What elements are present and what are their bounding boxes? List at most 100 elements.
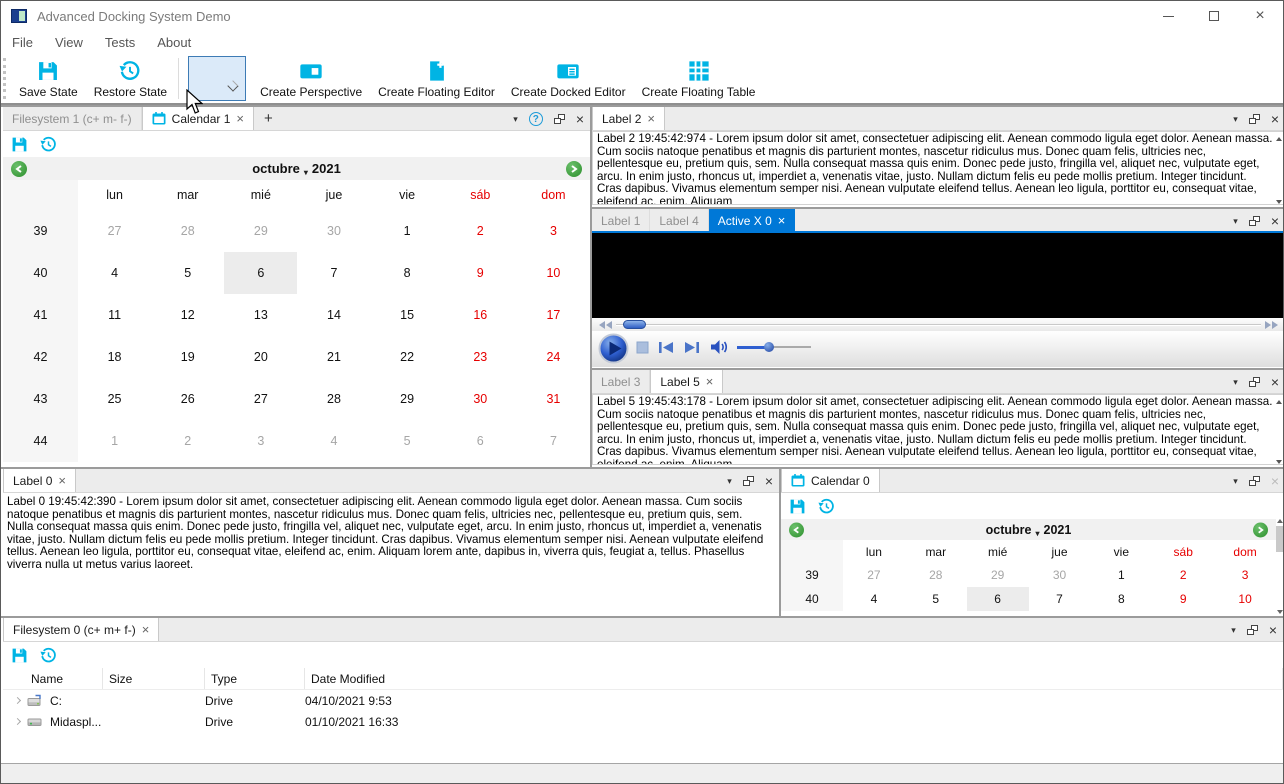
day-cell[interactable]: 5 [905, 587, 967, 611]
day-cell[interactable]: 28 [151, 210, 224, 252]
tab-label3[interactable]: Label 3 [592, 370, 651, 393]
day-cell[interactable]: 16 [444, 294, 517, 336]
day-cell[interactable]: 2 [1152, 563, 1214, 587]
day-cell[interactable]: 20 [224, 336, 297, 378]
table-row[interactable]: Midaspl... Drive 01/10/2021 16:33 [3, 711, 1283, 732]
tab-close-icon[interactable]: × [236, 112, 244, 125]
day-cell[interactable]: 6 [444, 420, 517, 462]
day-cell[interactable]: 1 [78, 420, 151, 462]
tab-close-icon[interactable]: × [58, 474, 66, 487]
panel-close-icon[interactable]: × [1269, 623, 1277, 637]
day-cell[interactable]: 3 [517, 210, 590, 252]
expand-chevron-icon[interactable] [13, 717, 22, 726]
toolbar-drag-handle[interactable] [3, 58, 9, 99]
day-cell[interactable]: 28 [905, 563, 967, 587]
undock-icon[interactable] [553, 114, 565, 124]
volume-icon[interactable] [710, 339, 730, 355]
day-cell[interactable]: 19 [151, 336, 224, 378]
tab-close-icon[interactable]: × [142, 623, 150, 636]
panel-close-icon[interactable]: × [765, 474, 773, 488]
fast-forward-icon[interactable] [1265, 321, 1278, 329]
volume-thumb[interactable] [764, 342, 774, 352]
restore-icon[interactable] [818, 498, 835, 515]
maximize-button[interactable] [1191, 1, 1237, 31]
create-perspective-button[interactable]: Create Perspective [252, 54, 370, 103]
day-cell[interactable]: 3 [224, 420, 297, 462]
undock-icon[interactable] [742, 476, 754, 486]
play-button[interactable] [598, 333, 629, 364]
tab-label2[interactable]: Label 2 × [592, 107, 665, 130]
seek-track[interactable] [616, 324, 1261, 326]
day-cell[interactable]: 9 [1152, 587, 1214, 611]
panel-menu-icon[interactable]: ▾ [727, 476, 732, 487]
tab-filesystem0[interactable]: Filesystem 0 (c+ m+ f-) × [3, 618, 160, 641]
day-cell[interactable]: 26 [151, 378, 224, 420]
calendar0-scrollbar[interactable] [1276, 519, 1283, 614]
restore-state-button[interactable]: Restore State [86, 54, 175, 103]
minimize-button[interactable] [1145, 1, 1191, 31]
scroll-up-icon[interactable] [1277, 519, 1283, 523]
day-cell[interactable]: 8 [371, 252, 444, 294]
day-cell[interactable]: 10 [1214, 587, 1276, 611]
column-header-size[interactable]: Size [103, 668, 205, 689]
scroll-thumb[interactable] [1276, 526, 1283, 552]
next-button[interactable] [684, 341, 700, 354]
help-icon[interactable]: ? [528, 112, 543, 126]
day-cell[interactable]: 23 [444, 336, 517, 378]
day-cell[interactable]: 25 [78, 378, 151, 420]
scroll-up-icon[interactable] [1276, 400, 1282, 404]
panel-menu-icon[interactable]: ▾ [1233, 377, 1238, 388]
day-cell[interactable]: 27 [224, 378, 297, 420]
stop-button[interactable] [636, 341, 649, 354]
prev-month-button[interactable] [11, 160, 27, 177]
column-header-type[interactable]: Type [205, 668, 305, 689]
day-cell[interactable]: 21 [297, 336, 370, 378]
panel-close-icon[interactable]: × [1271, 214, 1279, 228]
scroll-down-icon[interactable] [1277, 610, 1283, 614]
day-cell[interactable]: 4 [297, 420, 370, 462]
menu-file[interactable]: File [1, 35, 44, 50]
tab-close-icon[interactable]: × [706, 375, 714, 388]
day-cell[interactable]: 24 [517, 336, 590, 378]
save-icon[interactable] [11, 136, 28, 153]
day-cell[interactable]: 9 [444, 252, 517, 294]
day-cell[interactable]: 15 [371, 294, 444, 336]
perspective-combo[interactable] [188, 56, 247, 101]
restore-icon[interactable] [40, 136, 57, 153]
restore-icon[interactable] [40, 647, 57, 664]
save-state-button[interactable]: Save State [11, 54, 86, 103]
close-button[interactable]: × [1237, 1, 1283, 31]
day-cell[interactable]: 7 [517, 420, 590, 462]
panel-close-icon[interactable]: × [1271, 112, 1279, 126]
day-cell[interactable]: 8 [1090, 587, 1152, 611]
day-cell[interactable]: 29 [967, 563, 1029, 587]
save-icon[interactable] [11, 647, 28, 664]
day-cell[interactable]: 7 [297, 252, 370, 294]
prev-month-button[interactable] [789, 522, 804, 537]
month-label[interactable]: octubre [252, 161, 300, 176]
month-year-header[interactable]: octubre ▾ 2021 [252, 161, 341, 177]
tab-label4[interactable]: Label 4 [650, 209, 709, 232]
column-header-modified[interactable]: Date Modified [305, 668, 1283, 689]
day-cell[interactable]: 29 [371, 378, 444, 420]
undock-icon[interactable] [1248, 114, 1260, 124]
day-cell[interactable]: 4 [843, 587, 905, 611]
tab-filesystem1[interactable]: Filesystem 1 (c+ m- f-) [3, 107, 142, 130]
tab-calendar0[interactable]: Calendar 0 [781, 469, 880, 492]
day-cell[interactable]: 2 [151, 420, 224, 462]
day-cell[interactable]: 5 [151, 252, 224, 294]
day-cell[interactable]: 11 [78, 294, 151, 336]
undock-icon[interactable] [1246, 625, 1258, 635]
create-docked-editor-button[interactable]: Create Docked Editor [503, 54, 634, 103]
scroll-down-icon[interactable] [1276, 200, 1282, 204]
day-cell[interactable]: 3 [1214, 563, 1276, 587]
undock-icon[interactable] [1248, 377, 1260, 387]
video-area[interactable] [592, 233, 1283, 318]
day-cell-selected[interactable]: 6 [224, 252, 298, 294]
day-cell[interactable]: 17 [517, 294, 590, 336]
scroll-up-icon[interactable] [1276, 137, 1282, 141]
day-cell[interactable]: 2 [444, 210, 517, 252]
next-month-button[interactable] [566, 160, 582, 177]
tab-calendar1[interactable]: Calendar 1 × [141, 107, 254, 130]
panel-menu-icon[interactable]: ▾ [1233, 114, 1238, 125]
